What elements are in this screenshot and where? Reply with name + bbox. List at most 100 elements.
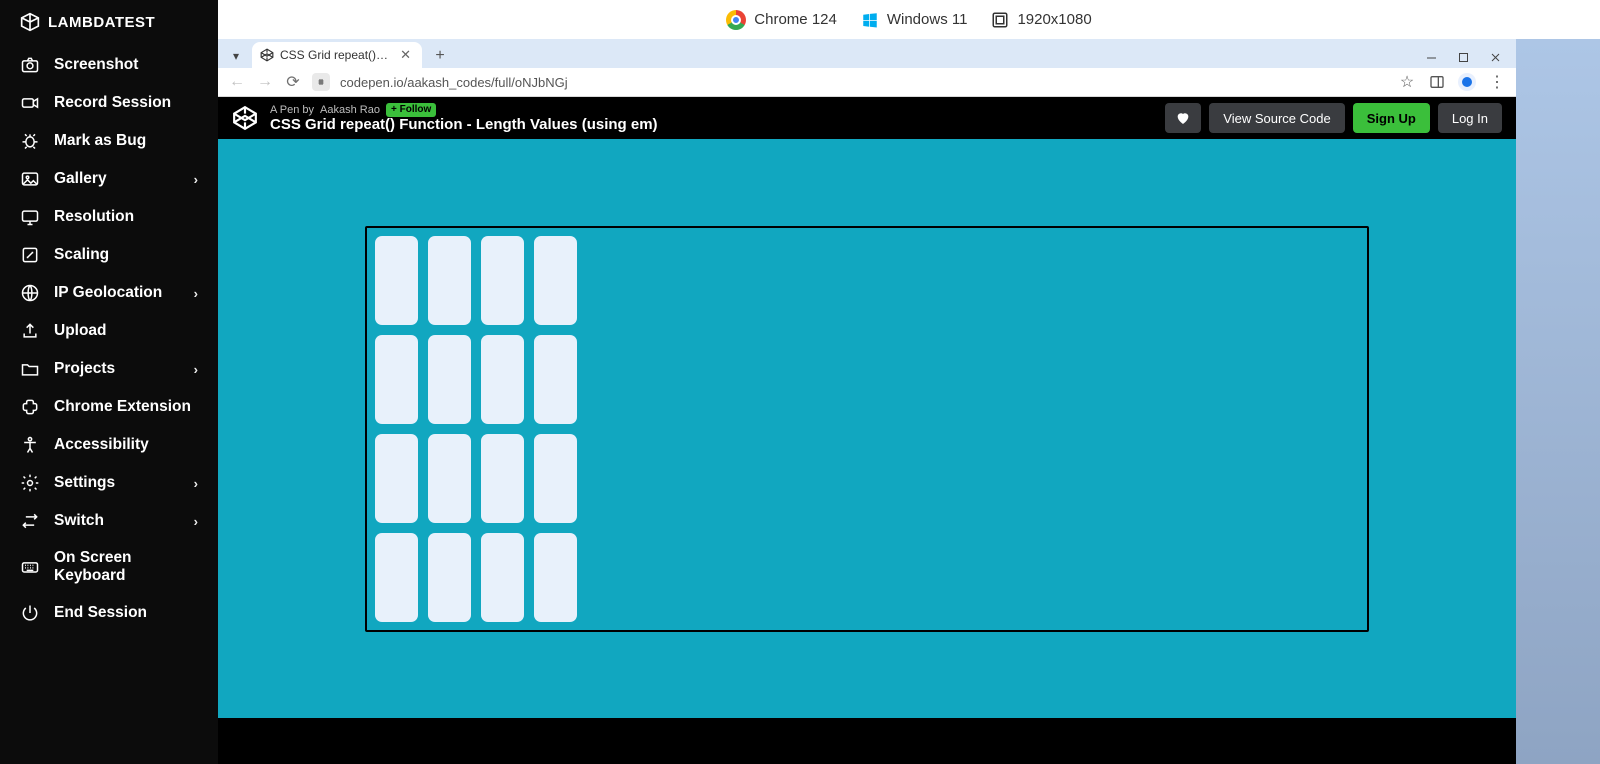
- side-panel-icon[interactable]: [1428, 73, 1446, 91]
- sidebar-item-label: Accessibility: [54, 436, 149, 454]
- workspace: Chrome 124 Windows 11 1920x1080 ▾ CSS Gr…: [218, 0, 1600, 764]
- grid-cell: [481, 434, 524, 523]
- resolution-label: 1920x1080: [1017, 11, 1091, 28]
- browser-tab[interactable]: CSS Grid repeat() Function - L… ✕: [252, 42, 422, 68]
- sidebar-item-accessibility[interactable]: Accessibility: [0, 426, 218, 464]
- os-label: Windows 11: [887, 11, 968, 28]
- profile-icon[interactable]: [1458, 73, 1476, 91]
- chrome-icon: [726, 10, 746, 30]
- pen-actions: View Source Code Sign Up Log In: [1165, 103, 1502, 133]
- grid-cell: [534, 335, 577, 424]
- sidebar-item-on-screen-keyboard[interactable]: On Screen Keyboard: [0, 540, 218, 594]
- demo-grid-container: [365, 226, 1369, 632]
- grid-cell: [534, 434, 577, 523]
- globe-icon: [20, 283, 40, 303]
- keyboard-icon: [20, 557, 40, 577]
- address-bar: ← → ⟳ codepen.io/aakash_codes/full/oNJbN…: [218, 68, 1516, 97]
- bookmark-icon[interactable]: ☆: [1398, 73, 1416, 91]
- signup-button[interactable]: Sign Up: [1353, 103, 1430, 133]
- sidebar-item-label: IP Geolocation: [54, 284, 162, 302]
- grid-cell: [375, 533, 418, 622]
- sidebar-item-switch[interactable]: Switch ›: [0, 502, 218, 540]
- signup-label: Sign Up: [1367, 111, 1416, 126]
- tab-strip: ▾ CSS Grid repeat() Function - L… ✕ +: [218, 39, 1516, 68]
- tab-close-button[interactable]: ✕: [397, 47, 414, 63]
- brand-logo-icon: [20, 12, 40, 32]
- sidebar-item-label: Projects: [54, 360, 115, 378]
- close-window-button[interactable]: [1480, 46, 1510, 68]
- sidebar-item-label: Scaling: [54, 246, 109, 264]
- pen-meta: A Pen by Aakash Rao + Follow CSS Grid re…: [270, 103, 658, 134]
- grid-cell: [428, 434, 471, 523]
- codepen-footer: [218, 718, 1516, 764]
- sidebar-item-resolution[interactable]: Resolution: [0, 198, 218, 236]
- os-chip: Windows 11: [861, 11, 968, 29]
- url-field[interactable]: codepen.io/aakash_codes/full/oNJbNGj: [340, 75, 1388, 90]
- upload-icon: [20, 321, 40, 341]
- pen-author[interactable]: Aakash Rao: [320, 104, 380, 116]
- codepen-favicon-icon: [260, 48, 274, 62]
- grid-cell: [375, 434, 418, 523]
- chevron-right-icon: ›: [194, 514, 198, 529]
- bug-icon: [20, 131, 40, 151]
- sidebar-item-label: Record Session: [54, 94, 171, 112]
- new-tab-button[interactable]: +: [428, 44, 452, 68]
- browser-chip: Chrome 124: [726, 10, 837, 30]
- sidebar-item-label: Mark as Bug: [54, 132, 146, 150]
- puzzle-icon: [20, 397, 40, 417]
- url-text: codepen.io/aakash_codes/full/oNJbNGj: [340, 75, 568, 90]
- sidebar-item-record-session[interactable]: Record Session: [0, 84, 218, 122]
- brand: LAMBDATEST: [0, 6, 218, 46]
- power-icon: [20, 603, 40, 623]
- view-source-button[interactable]: View Source Code: [1209, 103, 1344, 133]
- back-button[interactable]: ←: [228, 73, 246, 91]
- sidebar-item-scaling[interactable]: Scaling: [0, 236, 218, 274]
- maximize-button[interactable]: [1448, 46, 1478, 68]
- grid-cell: [428, 533, 471, 622]
- site-info-icon[interactable]: [312, 73, 330, 91]
- browser-menu-icon[interactable]: ⋮: [1488, 73, 1506, 91]
- grid-cell: [428, 236, 471, 325]
- windows-icon: [861, 11, 879, 29]
- gear-icon: [20, 473, 40, 493]
- scaling-icon: [20, 245, 40, 265]
- chevron-right-icon: ›: [194, 286, 198, 301]
- window-controls: [1416, 46, 1516, 68]
- sidebar-item-end-session[interactable]: End Session: [0, 594, 218, 632]
- sidebar-item-label: Gallery: [54, 170, 107, 188]
- tab-search-button[interactable]: ▾: [224, 44, 248, 68]
- grid-cell: [481, 335, 524, 424]
- love-button[interactable]: [1165, 103, 1201, 133]
- folder-icon: [20, 359, 40, 379]
- sidebar-item-label: Screenshot: [54, 56, 138, 74]
- sidebar-item-mark-as-bug[interactable]: Mark as Bug: [0, 122, 218, 160]
- switch-icon: [20, 511, 40, 531]
- sidebar-item-settings[interactable]: Settings ›: [0, 464, 218, 502]
- browser-label: Chrome 124: [754, 11, 837, 28]
- sidebar-items: Screenshot Record Session Mark as Bug Ga…: [0, 46, 218, 632]
- chevron-right-icon: ›: [194, 476, 198, 491]
- accessibility-icon: [20, 435, 40, 455]
- forward-button[interactable]: →: [256, 73, 274, 91]
- sidebar-item-label: Resolution: [54, 208, 134, 226]
- follow-button[interactable]: + Follow: [386, 103, 436, 117]
- minimize-button[interactable]: [1416, 46, 1446, 68]
- sidebar-item-gallery[interactable]: Gallery ›: [0, 160, 218, 198]
- grid-cell: [481, 236, 524, 325]
- reload-button[interactable]: ⟳: [284, 73, 302, 91]
- browser-window: ▾ CSS Grid repeat() Function - L… ✕ + ← …: [218, 39, 1600, 764]
- sidebar-item-upload[interactable]: Upload: [0, 312, 218, 350]
- codepen-logo-icon[interactable]: [232, 105, 258, 131]
- sidebar-item-projects[interactable]: Projects ›: [0, 350, 218, 388]
- window-edge-strip: [1516, 39, 1600, 764]
- grid-cell: [534, 236, 577, 325]
- sidebar-item-label: On Screen Keyboard: [54, 549, 198, 585]
- login-label: Log In: [1452, 111, 1488, 126]
- sidebar-item-ip-geolocation[interactable]: IP Geolocation ›: [0, 274, 218, 312]
- login-button[interactable]: Log In: [1438, 103, 1502, 133]
- grid-cell: [428, 335, 471, 424]
- sidebar-item-chrome-extension[interactable]: Chrome Extension: [0, 388, 218, 426]
- codepen-header: A Pen by Aakash Rao + Follow CSS Grid re…: [218, 97, 1516, 139]
- resolution-icon: [991, 11, 1009, 29]
- sidebar-item-screenshot[interactable]: Screenshot: [0, 46, 218, 84]
